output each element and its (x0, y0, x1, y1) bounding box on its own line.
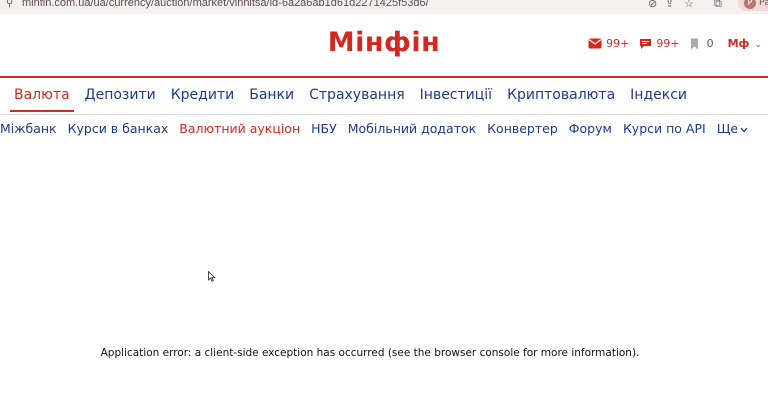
messages-button[interactable]: 99+ (588, 37, 629, 50)
address-url[interactable]: minfin.com.ua/ua/currency/auction/market… (22, 0, 429, 9)
sub-nav-item-more[interactable]: Ще (717, 121, 748, 136)
sub-nav-item-currency-auction[interactable]: Валютний аукціон (179, 121, 300, 136)
error-message: Application error: a client-side excepti… (100, 347, 640, 359)
bookmark-icon (690, 38, 698, 49)
main-nav-item-deposits[interactable]: Депозити (85, 87, 156, 103)
mouse-cursor-icon (208, 271, 216, 282)
profile-label: Ра (759, 0, 768, 8)
sub-nav-item-forum[interactable]: Форум (569, 121, 612, 136)
sub-nav-more-label: Ще (716, 121, 739, 136)
sub-nav-item-nbu[interactable]: НБУ (311, 121, 337, 136)
account-label: Мф (727, 37, 750, 50)
site-info-icon[interactable]: ⚲ (6, 0, 13, 9)
header-divider (0, 76, 768, 78)
main-nav: Валюта Депозити Кредити Банки Страхуванн… (10, 87, 702, 112)
chevron-down-icon (740, 127, 748, 132)
main-nav-item-indexes[interactable]: Індекси (630, 87, 687, 103)
sub-nav-item-api-rates[interactable]: Курси по API (623, 121, 706, 136)
comments-count: 99+ (656, 37, 680, 50)
sub-nav-item-converter[interactable]: Конвертер (487, 121, 558, 136)
main-nav-item-investments[interactable]: Інвестиції (420, 87, 492, 103)
account-menu-button[interactable]: Мф ⌄ (728, 37, 762, 50)
main-nav-item-credits[interactable]: Кредити (171, 87, 234, 103)
envelope-icon (588, 38, 602, 49)
browser-address-bar: ⚲ minfin.com.ua/ua/currency/auction/mark… (0, 0, 768, 14)
main-nav-item-currency[interactable]: Валюта (10, 87, 74, 112)
bookmark-star-icon[interactable]: ☆ (684, 0, 694, 10)
comments-button[interactable]: 99+ (639, 37, 680, 50)
header-actions: 99+ 99+ 0 Мф ⌄ (578, 37, 762, 50)
extensions-icon[interactable]: ⧉ (714, 0, 722, 11)
tracking-protection-icon[interactable]: ⊘ (648, 0, 657, 10)
chevron-down-icon: ⌄ (754, 40, 762, 50)
nav-divider (0, 114, 768, 115)
sub-nav-item-interbank[interactable]: Міжбанк (0, 121, 57, 136)
bookmarks-button[interactable]: 0 (690, 37, 714, 50)
messages-count: 99+ (606, 37, 630, 50)
share-icon[interactable]: ⇪ (665, 0, 674, 10)
sub-nav-item-bank-rates[interactable]: Курси в банках (68, 121, 169, 136)
main-nav-item-crypto[interactable]: Криптовалюта (507, 87, 615, 103)
comment-icon (640, 38, 652, 49)
sub-nav-item-mobile-app[interactable]: Мобільний додаток (348, 121, 476, 136)
bookmarks-count: 0 (706, 37, 714, 50)
page: ⚲ minfin.com.ua/ua/currency/auction/mark… (0, 0, 768, 419)
main-nav-item-insurance[interactable]: Страхування (309, 87, 405, 103)
sub-nav: Міжбанк Курси в банках Валютний аукціон … (0, 121, 759, 136)
main-nav-item-banks[interactable]: Банки (249, 87, 294, 103)
